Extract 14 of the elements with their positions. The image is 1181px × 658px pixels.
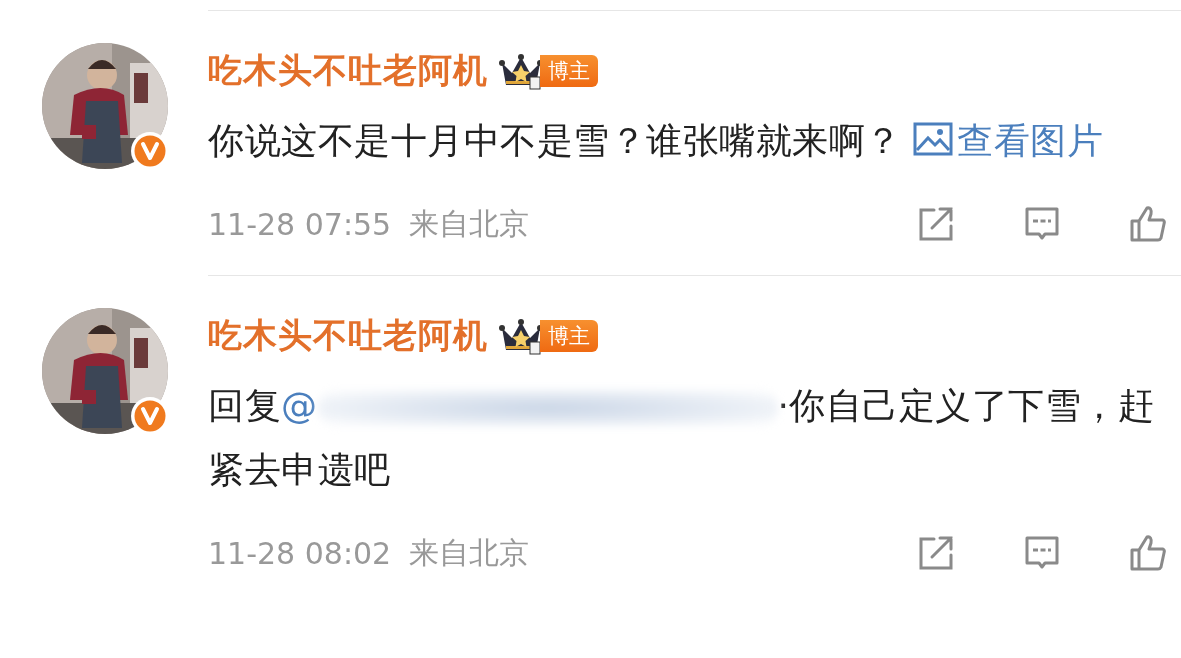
comment-text: 回复@ ·你自己定义了下雪，赶紧去申遗吧	[208, 384, 1156, 492]
blogger-badge: 博主	[540, 55, 598, 87]
timestamp: 11-28 07:55	[208, 206, 392, 242]
location: 来自北京	[409, 533, 530, 572]
like-icon[interactable]	[1128, 533, 1168, 573]
username[interactable]: 吃木头不吐老阿机	[208, 313, 488, 359]
timestamp: 11-28 08:02	[208, 535, 392, 571]
username[interactable]: 吃木头不吐老阿机	[208, 48, 488, 94]
image-icon	[913, 122, 954, 156]
view-image-link[interactable]: 查看图片	[913, 120, 1104, 161]
location: 来自北京	[409, 204, 530, 243]
blogger-badge: 博主	[540, 320, 598, 352]
like-icon[interactable]	[1128, 204, 1168, 244]
comment-text: 你说这不是十月中不是雪？谁张嘴就来啊？ 查看图片	[208, 119, 1105, 163]
